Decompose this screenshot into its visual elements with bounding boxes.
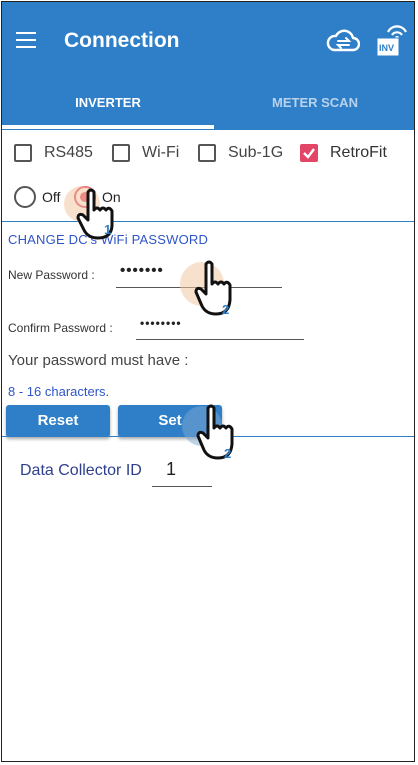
confirm-password-field[interactable]: •••••••• [140, 316, 182, 330]
confirm-password-label: Confirm Password : [8, 321, 113, 335]
tap-hand-overlay-3: 2 [180, 394, 260, 477]
new-password-label: New Password : [8, 268, 95, 282]
cloud-sync-icon[interactable] [326, 26, 360, 56]
checkbox-label: Wi-Fi [142, 144, 180, 161]
checkbox-label: RS485 [44, 144, 93, 161]
check-mark-icon [303, 148, 315, 159]
tab-inverter[interactable]: INVERTER [2, 84, 214, 130]
radio-label: Off [42, 189, 61, 205]
hamburger-menu-icon[interactable] [16, 32, 36, 48]
step-number: 2 [222, 302, 230, 317]
inv-badge-text: INV [379, 43, 394, 53]
tab-bar: INVERTER METER SCAN [2, 84, 414, 130]
data-collector-id-field[interactable]: 1 [166, 459, 176, 480]
new-password-field[interactable]: ••••••• [120, 262, 164, 279]
tap-hand-overlay-2: 2 [178, 250, 258, 333]
checkbox-box[interactable] [198, 144, 216, 162]
tap-hand-icon [182, 404, 234, 460]
tab-meter-scan[interactable]: METER SCAN [214, 84, 414, 130]
app-bar: Connection INV [2, 2, 414, 84]
interface-checkbox-row: RS485 Wi-Fi Sub-1G RetroFit [2, 142, 414, 172]
radio-circle[interactable] [14, 186, 36, 208]
tap-hand-overlay-1: 1 [60, 180, 140, 251]
active-tab-indicator [2, 125, 214, 129]
tap-hand-icon [180, 260, 232, 316]
checkbox-label: Sub-1G [228, 144, 284, 161]
reset-button[interactable]: Reset [6, 405, 110, 437]
tap-hand-icon [64, 186, 114, 240]
inverter-wifi-icon[interactable]: INV [374, 24, 408, 58]
checkbox-box-checked[interactable] [300, 144, 318, 162]
data-collector-id-underline [152, 486, 212, 487]
checkbox-label: RetroFit [330, 144, 387, 161]
step-number: 2 [224, 446, 232, 461]
confirm-password-underline [136, 339, 304, 340]
password-requirement: 8 - 16 characters. [8, 384, 110, 399]
app-screen: Connection INV INVERTER METER SCAN RS485 [1, 1, 415, 762]
password-requirement-title: Your password must have : [8, 352, 189, 369]
checkbox-box[interactable] [14, 144, 32, 162]
data-collector-id-label: Data Collector ID [20, 462, 142, 479]
checkbox-box[interactable] [112, 144, 130, 162]
page-title: Connection [64, 29, 180, 52]
step-number: 1 [104, 222, 112, 237]
